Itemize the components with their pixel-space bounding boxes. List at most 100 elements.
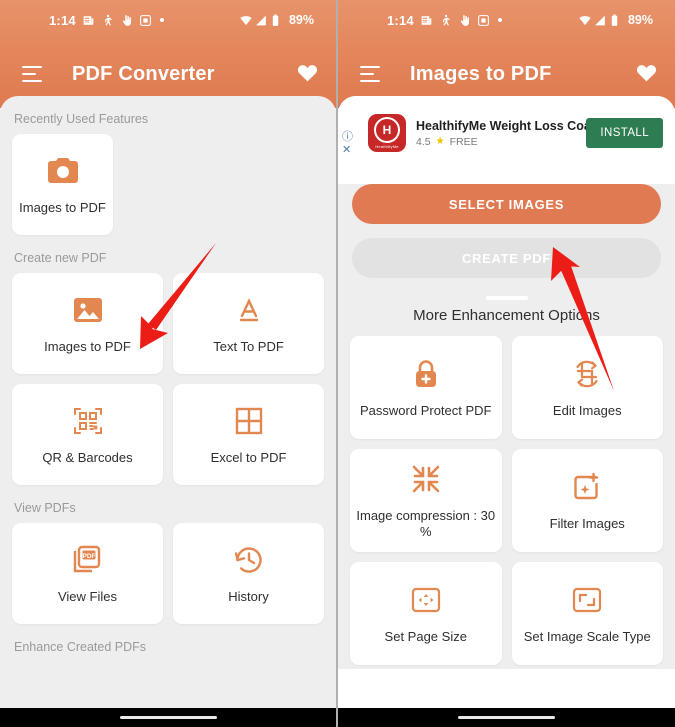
card-label: QR & Barcodes [42, 449, 133, 465]
recently-used-grid: Images to PDF [0, 134, 336, 235]
right-status-bar: 1:14 89% [338, 0, 675, 40]
card-history[interactable]: History [173, 523, 324, 624]
card-filter-images[interactable]: Filter Images [511, 449, 663, 552]
more-enhancement-options-title: More Enhancement Options [413, 307, 600, 324]
home-indicator[interactable] [119, 715, 217, 720]
card-label: Images to PDF [44, 338, 131, 354]
status-time: 1:14 [387, 12, 414, 28]
status-left-group: 1:14 [387, 13, 502, 28]
ad-price: FREE [449, 135, 478, 148]
menu-icon[interactable] [360, 66, 382, 82]
status-right-group: 89% [578, 13, 653, 27]
screenshot-icon [477, 14, 490, 27]
left-topbar: 1:14 89% PDF Converter [0, 0, 336, 108]
hand-icon [120, 14, 133, 27]
left-status-bar: 1:14 89% [0, 0, 336, 40]
card-label: Filter Images [549, 515, 625, 531]
camera-icon [46, 154, 80, 188]
info-icon[interactable]: ⓘ [342, 131, 353, 144]
ad-subtitle: 4.5 ★ FREE [416, 136, 586, 148]
crop-rotate-icon [571, 357, 603, 391]
image-icon [72, 293, 104, 327]
create-pdf-button[interactable]: CREATE PDF [352, 238, 661, 278]
healthifyme-logo-icon: H HealthifyMe [368, 114, 406, 152]
right-body: SELECT IMAGES CREATE PDF More Enhancemen… [338, 184, 675, 669]
card-set-page-size[interactable]: Set Page Size [350, 562, 502, 665]
drag-handle[interactable] [485, 296, 528, 300]
create-new-pdf-grid: Images to PDF Text To PDF QR & Barcodes … [0, 273, 336, 485]
select-images-button[interactable]: SELECT IMAGES [352, 184, 661, 224]
lock-plus-icon [411, 357, 441, 391]
hand-icon [458, 14, 471, 27]
card-recent-images-to-pdf[interactable]: Images to PDF [12, 134, 113, 235]
status-left-group: 1:14 [49, 13, 164, 28]
left-content-sheet: Recently Used Features Images to PDF Cre… [0, 96, 336, 708]
card-label: View Files [57, 588, 117, 604]
text-a-icon [233, 293, 265, 327]
section-label-recently-used: Recently Used Features [14, 112, 149, 126]
battery-percent: 89% [627, 13, 653, 27]
card-qr-barcodes[interactable]: QR & Barcodes [12, 384, 163, 485]
left-system-nav-bar [0, 708, 336, 727]
scale-corners-icon [571, 583, 603, 617]
favorite-icon[interactable] [636, 63, 657, 86]
ad-text-block: HealthifyMe Weight Loss Coach 4.5 ★ FREE [416, 118, 606, 148]
person-walking-icon [101, 14, 114, 27]
ad-app-icon-brand: HealthifyMe [375, 144, 399, 149]
card-excel-to-pdf[interactable]: Excel to PDF [173, 384, 324, 485]
enhancement-options-grid: Password Protect PDF Edit Images Image c… [338, 336, 675, 665]
page-size-arrows-icon [410, 583, 442, 617]
ad-banner[interactable]: ⓘ ✕ H HealthifyMe HealthifyMe Weight Los… [338, 96, 675, 170]
left-phone-screen: 1:14 89% PDF Converter Recently Used Fea… [0, 0, 338, 727]
page-title: PDF Converter [72, 62, 215, 85]
card-view-files[interactable]: PDF View Files [12, 523, 163, 624]
battery-icon [271, 14, 284, 27]
card-images-to-pdf[interactable]: Images to PDF [12, 273, 163, 374]
card-set-image-scale-type[interactable]: Set Image Scale Type [511, 562, 663, 665]
card-label: Set Page Size [384, 628, 467, 644]
svg-text:PDF: PDF [82, 553, 95, 560]
person-walking-icon [439, 14, 452, 27]
ad-rating: 4.5 [416, 135, 431, 148]
card-label: Text To PDF [213, 338, 284, 354]
card-label: Password Protect PDF [360, 402, 492, 418]
star-icon: ★ [435, 136, 445, 147]
section-label-view-pdfs: View PDFs [14, 501, 76, 515]
battery-icon [610, 14, 623, 27]
status-time: 1:14 [49, 12, 76, 28]
section-label-create-new-pdf: Create new PDF [14, 251, 107, 265]
card-image-compression[interactable]: Image compression : 30 % [350, 449, 502, 552]
menu-icon[interactable] [22, 66, 44, 82]
screenshot-icon [139, 14, 152, 27]
card-label: Set Image Scale Type [523, 628, 651, 644]
ad-app-icon-mark: H [374, 117, 400, 143]
home-indicator[interactable] [458, 715, 555, 720]
news-icon [420, 14, 433, 27]
qr-code-icon [72, 404, 104, 438]
pdf-files-icon: PDF [72, 543, 104, 577]
ad-controls: ⓘ ✕ [342, 131, 353, 157]
wifi-icon [239, 14, 252, 27]
dot-icon [497, 18, 502, 22]
close-icon[interactable]: ✕ [342, 144, 353, 157]
battery-percent: 89% [288, 13, 314, 27]
right-system-nav-bar [338, 708, 675, 727]
right-content-sheet: ⓘ ✕ H HealthifyMe HealthifyMe Weight Los… [338, 96, 675, 708]
right-topbar: 1:14 89% Images to PDF [338, 0, 675, 108]
card-password-protect-pdf[interactable]: Password Protect PDF [350, 336, 502, 439]
wifi-icon [578, 14, 591, 27]
news-icon [82, 14, 95, 27]
card-text-to-pdf[interactable]: Text To PDF [173, 273, 324, 374]
favorite-icon[interactable] [297, 63, 318, 86]
status-right-group: 89% [239, 13, 314, 27]
signal-icon [255, 14, 268, 27]
card-edit-images[interactable]: Edit Images [511, 336, 663, 439]
card-label: Image compression : 30 % [356, 507, 496, 539]
view-pdfs-grid: PDF View Files History [0, 523, 336, 624]
card-label: Edit Images [552, 402, 622, 418]
ad-title: HealthifyMe Weight Loss Coach [416, 118, 606, 133]
history-clock-icon [233, 543, 265, 577]
install-button[interactable]: INSTALL [586, 118, 663, 148]
dual-screenshot-stage: 1:14 89% PDF Converter Recently Used Fea… [0, 0, 675, 727]
filter-sparkle-icon [571, 470, 603, 504]
